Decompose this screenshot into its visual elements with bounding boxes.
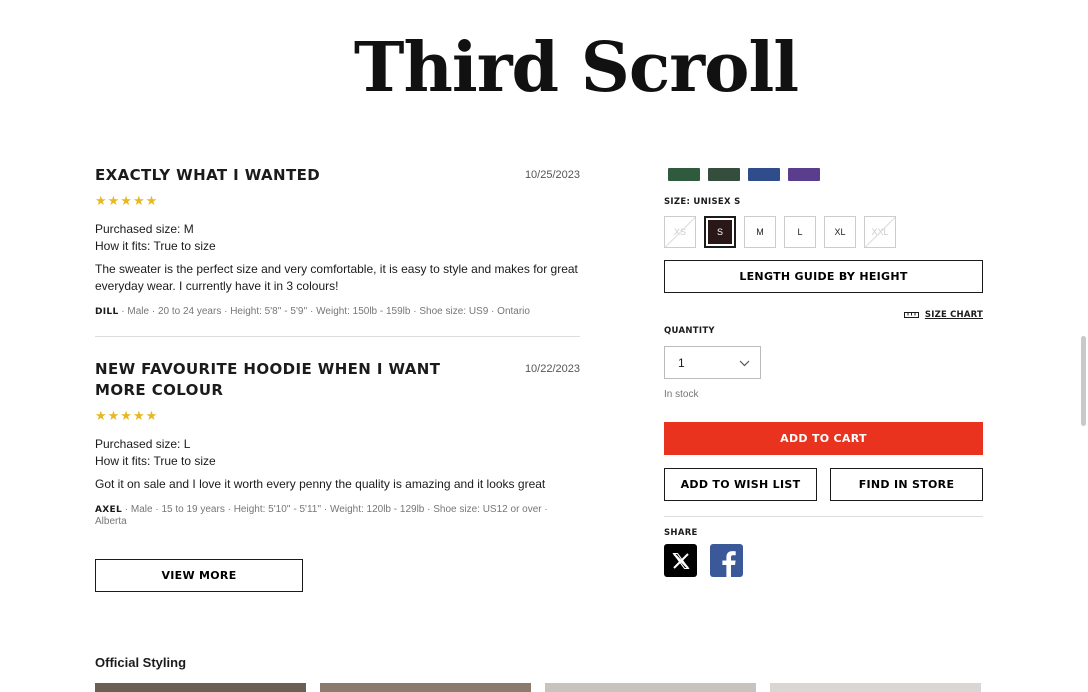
- length-guide-button[interactable]: LENGTH GUIDE BY HEIGHT: [664, 260, 983, 293]
- size-option-label: XL: [834, 227, 846, 237]
- size-option-xl[interactable]: XL: [824, 216, 856, 248]
- color-swatch[interactable]: [748, 168, 780, 181]
- size-option-l[interactable]: L: [784, 216, 816, 248]
- styling-thumbnail[interactable]: [545, 683, 756, 692]
- stock-status: In stock: [664, 389, 699, 400]
- star-rating: ★★★★★: [95, 193, 159, 208]
- review-divider: [95, 336, 580, 337]
- review-date: 10/22/2023: [524, 363, 580, 375]
- official-styling-heading: Official Styling: [95, 655, 187, 670]
- review-body: The sweater is the perfect size and very…: [95, 262, 578, 293]
- reviewer-name: DILL: [95, 307, 119, 317]
- facebook-icon[interactable]: [710, 544, 743, 577]
- review-date: 10/25/2023: [524, 169, 580, 181]
- review-item: Exactly what I wanted 10/25/2023 ★★★★★ P…: [95, 165, 580, 318]
- size-chart-label: SIZE CHART: [924, 310, 983, 320]
- size-option-xs[interactable]: XS: [664, 216, 696, 248]
- color-swatch[interactable]: [708, 168, 740, 181]
- share-icons: [664, 544, 983, 577]
- review-title: Exactly what I wanted: [95, 166, 321, 184]
- quantity-value: 1: [678, 355, 685, 370]
- divider: [664, 516, 983, 517]
- color-swatches: [668, 168, 983, 181]
- product-panel: SIZE: UNISEX S XS S M L XL XXL LENGTH GU…: [664, 160, 983, 577]
- x-icon[interactable]: [664, 544, 697, 577]
- size-option-label: S: [708, 220, 732, 244]
- fit-text: How it fits: True to size: [95, 454, 216, 468]
- size-selector: XS S M L XL XXL: [664, 216, 983, 248]
- find-in-store-button[interactable]: FIND IN STORE: [830, 468, 983, 501]
- secondary-actions: ADD TO WISH LIST FIND IN STORE: [664, 468, 983, 501]
- size-option-label: XS: [673, 227, 686, 237]
- size-option-m[interactable]: M: [744, 216, 776, 248]
- size-label: SIZE: UNISEX S: [664, 197, 741, 207]
- add-to-wish-list-button[interactable]: ADD TO WISH LIST: [664, 468, 817, 501]
- reviewer-name: AXEL: [95, 505, 122, 515]
- size-option-label: L: [797, 227, 803, 237]
- page-title: Third Scroll: [353, 28, 799, 108]
- quantity-label: QUANTITY: [664, 326, 715, 336]
- review-item: New favourite hoodie when I want more co…: [95, 359, 580, 528]
- styling-thumbnails: [95, 683, 981, 692]
- size-option-s[interactable]: S: [704, 216, 736, 248]
- quantity-select[interactable]: 1: [664, 346, 761, 379]
- purchased-size: Purchased size: M: [95, 222, 194, 236]
- styling-thumbnail[interactable]: [320, 683, 531, 692]
- size-option-label: M: [756, 227, 764, 237]
- review-body: Got it on sale and I love it worth every…: [95, 477, 546, 491]
- color-swatch[interactable]: [668, 168, 700, 181]
- scrollbar-thumb[interactable]: [1081, 336, 1086, 426]
- view-more-button[interactable]: VIEW MORE: [95, 559, 303, 592]
- fit-text: How it fits: True to size: [95, 239, 216, 253]
- styling-thumbnail[interactable]: [95, 683, 306, 692]
- reviewer-info: AXEL · Male · 15 to 19 years · Height: 5…: [95, 504, 580, 528]
- review-title: New favourite hoodie when I want more co…: [95, 360, 441, 399]
- styling-thumbnail[interactable]: [770, 683, 981, 692]
- reviewer-info: DILL · Male · 20 to 24 years · Height: 5…: [95, 306, 580, 318]
- reviewer-details: · Male · 15 to 19 years · Height: 5'10''…: [95, 504, 548, 527]
- size-option-label: XXL: [871, 227, 889, 237]
- color-swatch[interactable]: [788, 168, 820, 181]
- size-chart-link[interactable]: SIZE CHART: [664, 306, 983, 324]
- reviewer-details: · Male · 20 to 24 years · Height: 5'8'' …: [118, 306, 530, 317]
- size-option-xxl[interactable]: XXL: [864, 216, 896, 248]
- add-to-cart-button[interactable]: ADD TO CART: [664, 422, 983, 455]
- chevron-down-icon: [739, 356, 750, 370]
- share-label: SHARE: [664, 528, 698, 538]
- ruler-icon: [903, 306, 919, 324]
- purchased-size: Purchased size: L: [95, 437, 191, 451]
- star-rating: ★★★★★: [95, 408, 159, 423]
- reviews-list: Exactly what I wanted 10/25/2023 ★★★★★ P…: [95, 165, 580, 528]
